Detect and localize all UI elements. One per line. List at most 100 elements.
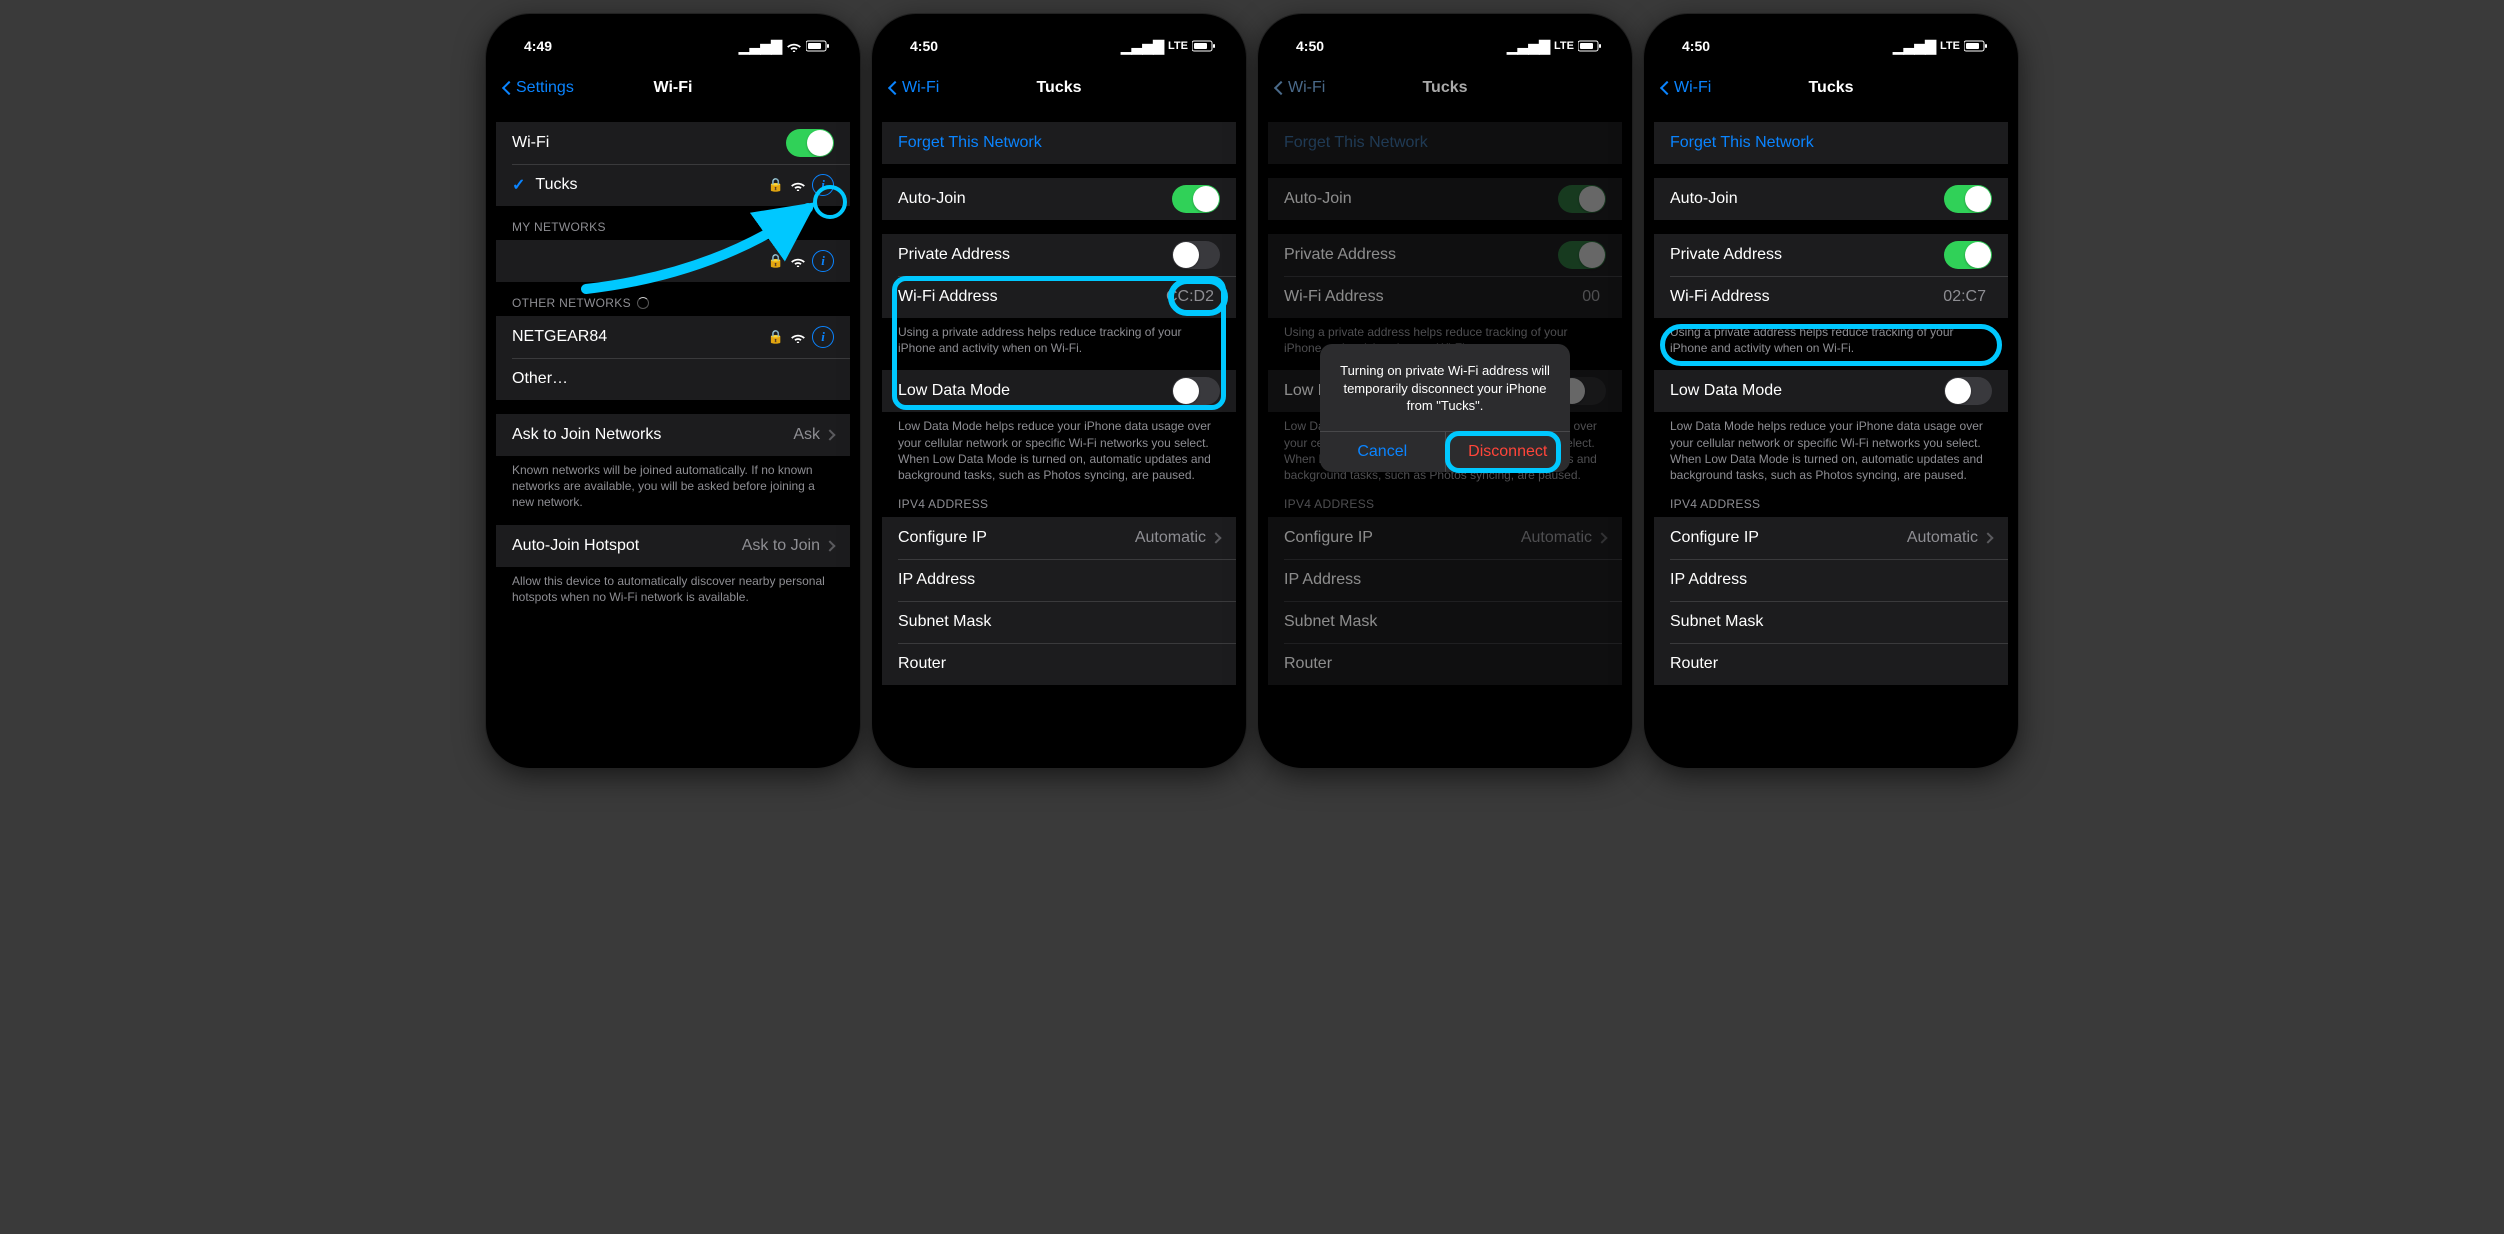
wifi-toggle-row[interactable]: Wi-Fi — [496, 122, 850, 164]
low-data-mode-footer: Low Data Mode helps reduce your iPhone d… — [882, 412, 1236, 483]
wifi-address-row: Wi-Fi Address 02:C7 — [1654, 276, 2008, 318]
status-time: 4:50 — [1682, 38, 1710, 54]
forget-network-button[interactable]: Forget This Network — [1654, 122, 2008, 164]
configure-ip-row[interactable]: Configure IP Automatic — [1654, 517, 2008, 559]
chevron-left-icon — [502, 81, 516, 95]
checkmark-icon: ✓ — [512, 175, 525, 195]
nav-bar: Wi-Fi Tucks — [882, 68, 1236, 108]
lock-icon: 🔒 — [768, 329, 784, 345]
wifi-status-icon — [786, 40, 802, 52]
lock-icon: 🔒 — [768, 253, 784, 269]
phone-3: 4:50 ▁▃▅▇ LTE Wi-Fi Tucks Forget This Ne… — [1258, 14, 1632, 768]
wifi-address-row: Wi-Fi Address CC:D2 — [882, 276, 1236, 318]
wifi-signal-icon — [790, 179, 806, 191]
signal-icon: ▁▃▅▇ — [739, 38, 782, 55]
my-networks-header: MY NETWORKS — [496, 220, 850, 240]
subnet-mask-row: Subnet Mask — [1654, 601, 2008, 643]
low-data-mode-toggle[interactable] — [1172, 377, 1220, 405]
forget-network-button: Forget This Network — [1268, 122, 1622, 164]
wifi-signal-icon — [790, 331, 806, 343]
notch — [1751, 14, 1911, 40]
router-row: Router — [882, 643, 1236, 685]
back-button: Wi-Fi — [1276, 79, 1325, 97]
alert-disconnect-button[interactable]: Disconnect — [1445, 432, 1571, 472]
alert-dialog: Turning on private Wi-Fi address will te… — [1320, 344, 1570, 472]
status-time: 4:50 — [1296, 38, 1324, 54]
ask-to-join-row[interactable]: Ask to Join Networks Ask — [496, 414, 850, 456]
configure-ip-row[interactable]: Configure IP Automatic — [882, 517, 1236, 559]
private-address-row[interactable]: Private Address — [882, 234, 1236, 276]
nav-title: Tucks — [1808, 79, 1853, 97]
subnet-mask-row: Subnet Mask — [882, 601, 1236, 643]
other-network-row[interactable]: NETGEAR84 🔒 i — [496, 316, 850, 358]
battery-icon — [1578, 40, 1602, 52]
wifi-toggle-label: Wi-Fi — [512, 134, 786, 152]
auto-join-row[interactable]: Auto-Join — [1654, 178, 2008, 220]
battery-icon — [806, 40, 830, 52]
chevron-left-icon — [888, 81, 902, 95]
my-network-placeholder-row[interactable]: 🔒 i — [496, 240, 850, 282]
auto-join-hotspot-footer: Allow this device to automatically disco… — [496, 567, 850, 605]
ip-address-row: IP Address — [1654, 559, 2008, 601]
chevron-left-icon — [1660, 81, 1674, 95]
network-label: LTE — [1168, 40, 1188, 52]
back-button[interactable]: Settings — [504, 79, 574, 97]
low-data-mode-row[interactable]: Low Data Mode — [882, 370, 1236, 412]
ipv4-header: IPV4 ADDRESS — [882, 497, 1236, 517]
wifi-toggle[interactable] — [786, 129, 834, 157]
private-address-toggle[interactable] — [1172, 241, 1220, 269]
alert-cancel-button[interactable]: Cancel — [1320, 432, 1445, 472]
other-network-row[interactable]: Other… — [496, 358, 850, 400]
signal-icon: ▁▃▅▇ — [1121, 38, 1164, 55]
notch — [1365, 14, 1525, 40]
auto-join-toggle[interactable] — [1944, 185, 1992, 213]
network-label: LTE — [1940, 40, 1960, 52]
status-time: 4:50 — [910, 38, 938, 54]
ip-address-row: IP Address — [882, 559, 1236, 601]
info-icon[interactable]: i — [812, 326, 834, 348]
signal-icon: ▁▃▅▇ — [1507, 38, 1550, 55]
auto-join-hotspot-row[interactable]: Auto-Join Hotspot Ask to Join — [496, 525, 850, 567]
low-data-mode-footer: Low Data Mode helps reduce your iPhone d… — [1654, 412, 2008, 483]
private-address-toggle[interactable] — [1944, 241, 1992, 269]
low-data-mode-toggle[interactable] — [1944, 377, 1992, 405]
nav-bar: Wi-Fi Tucks — [1268, 68, 1622, 108]
battery-icon — [1964, 40, 1988, 52]
battery-icon — [1192, 40, 1216, 52]
chevron-right-icon — [824, 540, 835, 551]
chevron-left-icon — [1274, 81, 1288, 95]
spinner-icon — [637, 297, 649, 309]
chevron-right-icon — [1982, 532, 1993, 543]
wifi-address-row: Wi-Fi Address 00 — [1268, 276, 1622, 318]
low-data-mode-row[interactable]: Low Data Mode — [1654, 370, 2008, 412]
phone-1: 4:49 ▁▃▅▇ Settings Wi-Fi Wi-Fi ✓ — [486, 14, 860, 768]
signal-icon: ▁▃▅▇ — [1893, 38, 1936, 55]
private-address-toggle — [1558, 241, 1606, 269]
forget-network-button[interactable]: Forget This Network — [882, 122, 1236, 164]
nav-title: Wi-Fi — [654, 79, 693, 97]
private-address-row[interactable]: Private Address — [1654, 234, 2008, 276]
connected-network-row[interactable]: ✓ Tucks 🔒 i — [496, 164, 850, 206]
private-address-row: Private Address — [1268, 234, 1622, 276]
back-button[interactable]: Wi-Fi — [890, 79, 939, 97]
nav-title: Tucks — [1036, 79, 1081, 97]
private-address-footer: Using a private address helps reduce tra… — [1654, 318, 2008, 356]
auto-join-row: Auto-Join — [1268, 178, 1622, 220]
connected-network-name: Tucks — [535, 176, 767, 194]
nav-bar: Settings Wi-Fi — [496, 68, 850, 108]
auto-join-toggle — [1558, 185, 1606, 213]
status-time: 4:49 — [524, 38, 552, 54]
other-networks-header: OTHER NETWORKS — [496, 296, 850, 316]
wifi-signal-icon — [790, 255, 806, 267]
alert-message: Turning on private Wi-Fi address will te… — [1320, 344, 1570, 431]
info-icon[interactable]: i — [812, 174, 834, 196]
router-row: Router — [1654, 643, 2008, 685]
auto-join-toggle[interactable] — [1172, 185, 1220, 213]
nav-bar: Wi-Fi Tucks — [1654, 68, 2008, 108]
private-address-footer: Using a private address helps reduce tra… — [882, 318, 1236, 356]
auto-join-row[interactable]: Auto-Join — [882, 178, 1236, 220]
network-label: LTE — [1554, 40, 1574, 52]
notch — [979, 14, 1139, 40]
info-icon[interactable]: i — [812, 250, 834, 272]
back-button[interactable]: Wi-Fi — [1662, 79, 1711, 97]
